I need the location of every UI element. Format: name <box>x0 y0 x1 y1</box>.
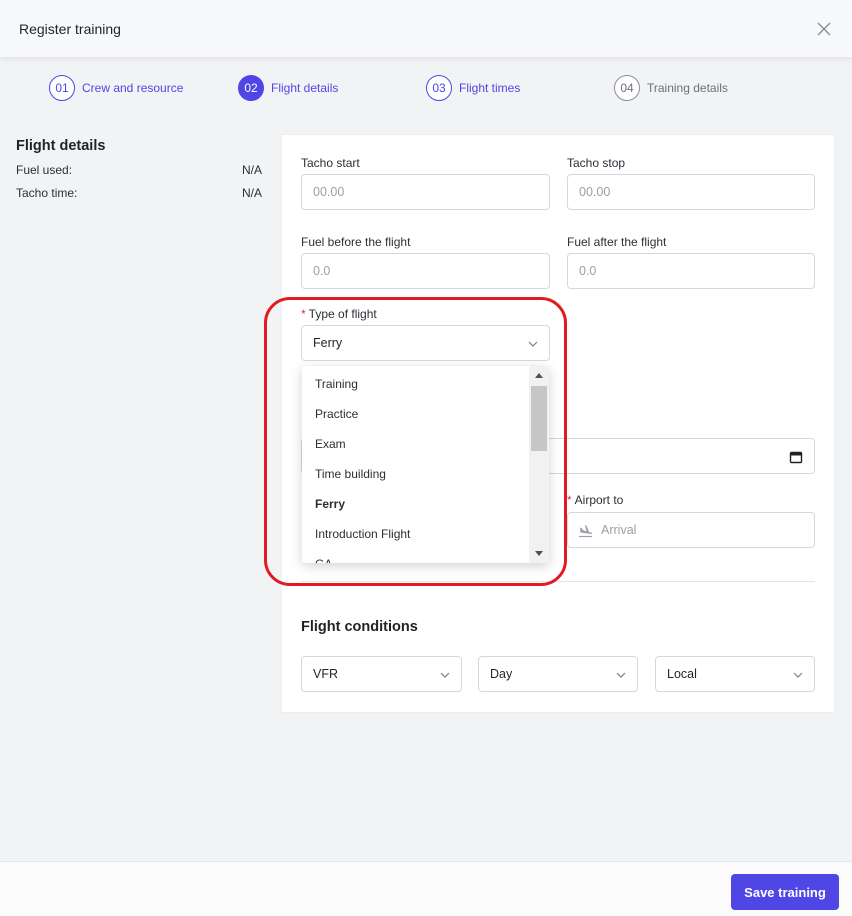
step-flight-details[interactable]: 02 Flight details <box>238 75 338 101</box>
fuel-used-label: Fuel used: <box>16 163 73 177</box>
airport-to-placeholder: Arrival <box>601 523 637 537</box>
fuel-after-label: Fuel after the flight <box>567 235 667 249</box>
scroll-down-icon[interactable] <box>535 551 543 556</box>
step-number: 03 <box>426 75 452 101</box>
step-number: 02 <box>238 75 264 101</box>
calendar-icon[interactable] <box>789 450 803 464</box>
save-training-button[interactable]: Save training <box>731 874 839 910</box>
dropdown-scrollbar[interactable] <box>529 366 549 563</box>
tacho-start-label: Tacho start <box>301 156 360 170</box>
dropdown-option-time-building[interactable]: Time building <box>315 467 386 481</box>
close-icon[interactable] <box>814 19 834 39</box>
type-of-flight-label: * Type of flight <box>301 307 377 321</box>
tacho-time-value: N/A <box>241 186 262 200</box>
modal-footer <box>0 861 852 916</box>
daylight-value: Day <box>490 667 513 681</box>
type-of-flight-dropdown: Training Practice Exam Time building Fer… <box>302 366 549 563</box>
airport-to-input[interactable]: Arrival <box>567 512 815 548</box>
modal-title: Register training <box>19 21 121 37</box>
tacho-start-input[interactable]: 00.00 <box>301 174 550 210</box>
dropdown-option-introduction-flight[interactable]: Introduction Flight <box>315 527 410 541</box>
step-crew-and-resource[interactable]: 01 Crew and resource <box>49 75 183 101</box>
chevron-down-icon <box>440 672 450 678</box>
fuel-used-value: N/A <box>241 163 262 177</box>
step-label: Flight times <box>459 81 521 95</box>
flight-rules-select[interactable]: VFR <box>301 656 462 692</box>
flight-scope-value: Local <box>667 667 697 681</box>
step-label: Flight details <box>271 81 339 95</box>
dropdown-option-ferry[interactable]: Ferry <box>315 497 345 511</box>
chevron-down-icon <box>616 672 626 678</box>
type-of-flight-label-text: Type of flight <box>308 307 377 321</box>
step-training-details[interactable]: 04 Training details <box>614 75 728 101</box>
type-of-flight-select[interactable]: Ferry <box>301 325 550 361</box>
tacho-stop-input[interactable]: 00.00 <box>567 174 815 210</box>
chevron-down-icon <box>793 672 803 678</box>
required-mark: * <box>301 307 306 321</box>
tacho-time-row: Tacho time: N/A <box>16 186 262 200</box>
dropdown-option-ga[interactable]: GA <box>315 557 332 563</box>
section-divider <box>301 581 815 582</box>
step-label: Training details <box>647 81 728 95</box>
flight-conditions-title: Flight conditions <box>301 619 418 635</box>
tacho-time-label: Tacho time: <box>16 186 78 200</box>
step-flight-times[interactable]: 03 Flight times <box>426 75 520 101</box>
flight-scope-select[interactable]: Local <box>655 656 815 692</box>
dropdown-option-exam[interactable]: Exam <box>315 437 346 451</box>
step-number: 01 <box>49 75 75 101</box>
scrollbar-thumb[interactable] <box>531 386 547 451</box>
summary-title: Flight details <box>16 138 106 154</box>
fuel-used-row: Fuel used: N/A <box>16 163 262 177</box>
scroll-up-icon[interactable] <box>535 373 543 378</box>
stepper: 01 Crew and resource 02 Flight details 0… <box>0 72 852 106</box>
type-of-flight-value: Ferry <box>313 336 343 350</box>
airport-to-label-text: Airport to <box>574 493 624 507</box>
flight-details-summary: Flight details Fuel used: N/A Tacho time… <box>16 138 262 200</box>
modal-header: Register training <box>0 0 852 58</box>
chevron-down-icon <box>528 341 538 347</box>
dropdown-option-practice[interactable]: Practice <box>315 407 358 421</box>
required-mark: * <box>567 493 572 507</box>
daylight-select[interactable]: Day <box>478 656 638 692</box>
flight-rules-value: VFR <box>313 667 338 681</box>
fuel-after-input[interactable]: 0.0 <box>567 253 815 289</box>
fuel-before-input[interactable]: 0.0 <box>301 253 550 289</box>
step-number: 04 <box>614 75 640 101</box>
airport-to-label: * Airport to <box>567 493 623 507</box>
plane-landing-icon <box>579 525 593 538</box>
dropdown-option-training[interactable]: Training <box>315 377 358 391</box>
tacho-stop-label: Tacho stop <box>567 156 626 170</box>
step-label: Crew and resource <box>82 81 184 95</box>
fuel-before-label: Fuel before the flight <box>301 235 411 249</box>
